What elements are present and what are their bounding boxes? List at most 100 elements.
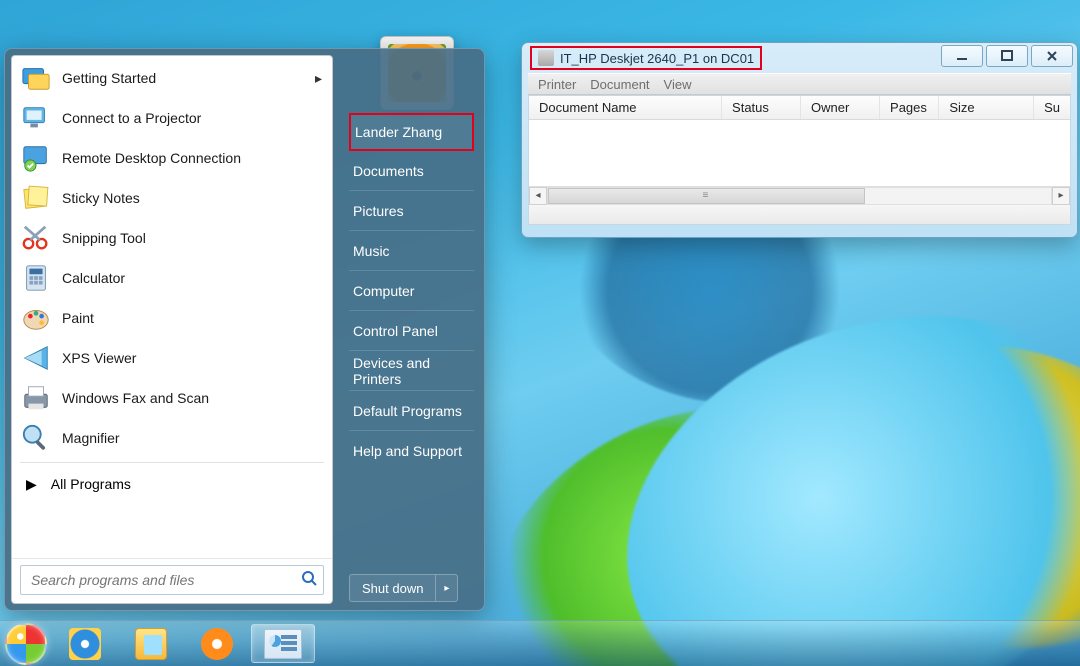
taskbar-ie[interactable] (53, 624, 117, 663)
program-label: Paint (62, 310, 94, 326)
window-statusbar (529, 204, 1070, 224)
search-box[interactable] (20, 565, 324, 595)
places-documents[interactable]: Documents (349, 151, 474, 191)
snipping-tool-icon (18, 220, 54, 256)
places-music[interactable]: Music (349, 231, 474, 271)
all-programs[interactable]: ▶ All Programs (12, 467, 332, 501)
horizontal-scrollbar[interactable]: ◂ ▸ (529, 186, 1070, 204)
ie-icon (69, 628, 101, 660)
paint-icon (18, 300, 54, 336)
scroll-right-button[interactable]: ▸ (1052, 187, 1070, 205)
xps-viewer-icon (18, 340, 54, 376)
places-label: Devices and Printers (353, 355, 470, 387)
places-computer[interactable]: Computer (349, 271, 474, 311)
fax-scan-icon (18, 380, 54, 416)
search-input[interactable] (31, 572, 301, 588)
username-label: Lander Zhang (355, 124, 442, 140)
program-fax-scan[interactable]: Windows Fax and Scan (12, 378, 332, 418)
program-label: XPS Viewer (62, 350, 136, 366)
printer-queue-window: IT_HP Deskjet 2640_P1 on DC01 Printer Do… (521, 42, 1078, 238)
column-headers: Document Name Status Owner Pages Size Su (529, 96, 1070, 120)
program-xps-viewer[interactable]: XPS Viewer (12, 338, 332, 378)
search-icon (301, 570, 317, 590)
start-menu-programs-pane: Getting Started ▸ Connect to a Projector… (11, 55, 333, 604)
places-devices-printers[interactable]: Devices and Printers (349, 351, 474, 391)
window-menubar: Printer Document View (528, 73, 1071, 95)
col-document-name[interactable]: Document Name (529, 96, 722, 119)
program-label: Snipping Tool (62, 230, 146, 246)
window-title: IT_HP Deskjet 2640_P1 on DC01 (560, 51, 754, 66)
close-button[interactable] (1031, 45, 1073, 67)
places-label: Help and Support (353, 443, 462, 459)
minimize-button[interactable] (941, 45, 983, 67)
program-calculator[interactable]: Calculator (12, 258, 332, 298)
places-control-panel[interactable]: Control Panel (349, 311, 474, 351)
shutdown-label: Shut down (362, 581, 423, 596)
explorer-icon (135, 628, 167, 660)
magnifier-icon (18, 420, 54, 456)
program-magnifier[interactable]: Magnifier (12, 418, 332, 458)
remote-desktop-icon (18, 140, 54, 176)
program-label: Remote Desktop Connection (62, 150, 241, 166)
window-title-highlight: IT_HP Deskjet 2640_P1 on DC01 (530, 46, 762, 70)
places-default-programs[interactable]: Default Programs (349, 391, 474, 431)
print-queue-list[interactable] (529, 120, 1070, 186)
program-sticky-notes[interactable]: Sticky Notes (12, 178, 332, 218)
places-label: Music (353, 243, 390, 259)
col-size[interactable]: Size (939, 96, 1034, 119)
menu-document[interactable]: Document (590, 77, 649, 92)
sticky-notes-icon (18, 180, 54, 216)
taskbar-explorer[interactable] (119, 624, 183, 663)
program-label: Windows Fax and Scan (62, 390, 209, 406)
shutdown-button[interactable]: Shut down (349, 574, 436, 602)
col-status[interactable]: Status (722, 96, 801, 119)
places-label: Control Panel (353, 323, 438, 339)
col-submitted[interactable]: Su (1034, 96, 1070, 119)
menu-view[interactable]: View (664, 77, 692, 92)
start-menu-places-pane: Lander Zhang Documents Pictures Music Co… (339, 49, 484, 610)
program-remote-desktop[interactable]: Remote Desktop Connection (12, 138, 332, 178)
maximize-button[interactable] (986, 45, 1028, 67)
places-help-support[interactable]: Help and Support (349, 431, 474, 471)
maximize-icon (1000, 49, 1014, 63)
scroll-track[interactable] (547, 187, 1052, 205)
program-label: Sticky Notes (62, 190, 140, 206)
scroll-thumb[interactable] (548, 188, 865, 204)
shutdown-options-button[interactable]: ▸ (436, 574, 458, 602)
projector-icon (18, 100, 54, 136)
all-programs-label: All Programs (51, 476, 131, 492)
start-menu: Getting Started ▸ Connect to a Projector… (4, 48, 485, 611)
start-button[interactable] (0, 621, 52, 666)
window-body: Document Name Status Owner Pages Size Su… (528, 95, 1071, 225)
col-owner[interactable]: Owner (801, 96, 880, 119)
menu-printer[interactable]: Printer (538, 77, 576, 92)
submenu-arrow-icon: ▸ (315, 70, 322, 87)
username-item[interactable]: Lander Zhang (349, 113, 474, 151)
taskbar-media-player[interactable] (185, 624, 249, 663)
program-getting-started[interactable]: Getting Started ▸ (12, 58, 332, 98)
calculator-icon (18, 260, 54, 296)
wmp-icon (201, 628, 233, 660)
places-label: Computer (353, 283, 414, 299)
separator (20, 462, 324, 463)
taskbar-active-window[interactable] (251, 624, 315, 663)
program-label: Connect to a Projector (62, 110, 201, 126)
program-connect-projector[interactable]: Connect to a Projector (12, 98, 332, 138)
chevron-right-icon: ▸ (444, 583, 449, 594)
program-snipping-tool[interactable]: Snipping Tool (12, 218, 332, 258)
close-icon (1045, 49, 1059, 63)
col-pages[interactable]: Pages (880, 96, 939, 119)
printer-icon (538, 50, 554, 66)
program-label: Calculator (62, 270, 125, 286)
all-programs-arrow-icon: ▶ (26, 476, 37, 493)
program-paint[interactable]: Paint (12, 298, 332, 338)
window-titlebar[interactable]: IT_HP Deskjet 2640_P1 on DC01 (522, 43, 1077, 73)
control-panel-icon (264, 629, 302, 659)
minimize-icon (955, 49, 969, 63)
program-label: Getting Started (62, 70, 156, 86)
taskbar (0, 620, 1080, 666)
getting-started-icon (18, 60, 54, 96)
places-pictures[interactable]: Pictures (349, 191, 474, 231)
scroll-left-button[interactable]: ◂ (529, 187, 547, 205)
places-label: Default Programs (353, 403, 462, 419)
